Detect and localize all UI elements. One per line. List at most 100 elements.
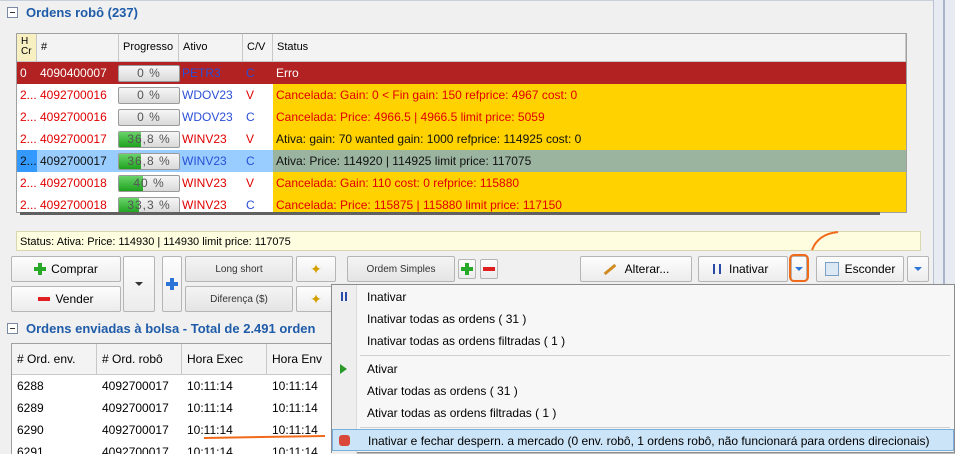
buy-button[interactable]: Comprar [11,256,121,282]
robot-order-row[interactable]: 2... 4092700018 40 % WINV23 V Cancelada: Gain… [17,172,906,194]
sent-order-cell: 10:11:14 [272,445,318,454]
magic-wand-icon: ✦ [310,291,322,307]
progress-label: 0 % [137,66,161,80]
row-asset: WINV23 [182,132,227,146]
robot-order-row[interactable]: 0 4090400007 0 % PETR3 C Erro [17,62,906,84]
row-side: C [246,198,255,212]
menu-item-deactivate[interactable]: Inativar [332,286,954,308]
deactivate-button[interactable]: Inativar [698,256,788,282]
progress-bar: 33,3 % [118,197,180,212]
col-robot-order[interactable]: # Ord. robô [97,344,182,374]
row-hcr-cell: 2... [20,198,37,212]
plus-icon [34,263,47,275]
annotation-arrow-top [811,231,839,251]
row-asset: WINV23 [182,176,227,190]
robot-grid-header: H Cr # Progresso Ativo C/V Status [17,34,906,62]
row-order-number: 4090400007 [40,66,107,80]
hide-dropdown-button[interactable] [907,256,929,282]
col-sent-order[interactable]: # Ord. env. [12,344,97,374]
menu-item-activate-filtered[interactable]: Ativar todas as ordens filtradas ( 1 ) [332,402,954,424]
remove-order-button[interactable] [480,259,498,279]
sell-button[interactable]: Vender [11,286,121,312]
robot-order-row[interactable]: 2... 4092700017 36,8 % WINV23 C Ativa: Price:… [17,150,906,172]
difference-button[interactable]: Diferença ($) [185,286,293,312]
col-progress[interactable]: Progresso [119,34,179,61]
col-asset[interactable]: Ativo [179,34,243,61]
minus-icon [38,297,51,301]
robot-grid-hscrollbar[interactable] [20,212,880,215]
row-status: Cancelada: Price: 4966.5 | 4966.5 limit … [273,106,906,128]
progress-label: 33,3 % [127,198,171,212]
row-order-number: 4092700018 [40,176,107,190]
robot-order-row[interactable]: 2... 4092700016 0 % WDOV23 C Cancelada: Price… [17,106,906,128]
progress-bar: 0 % [118,87,180,104]
menu-item-deactivate-filtered[interactable]: Inativar todas as ordens filtradas ( 1 ) [332,330,954,352]
row-order-number: 4092700016 [40,110,107,124]
pause-icon [341,292,347,301]
row-asset: WINV23 [182,198,227,212]
chevron-down-icon [914,267,922,271]
add-strategy-button[interactable] [162,256,182,312]
sent-order-row[interactable]: 6291 4092700017 10:11:14 10:11:14 [12,441,334,454]
row-side: C [246,154,255,168]
sent-order-cell: 10:11:14 [187,401,233,415]
col-exec-time[interactable]: Hora Exec [182,344,267,374]
sent-orders-title: Ordens enviadas à bolsa - Total de 2.491… [26,320,316,336]
progress-bar: 36,8 % [118,131,180,148]
long-short-button[interactable]: Long short [185,256,293,282]
menu-item-deactivate-close-market[interactable]: Inativar e fechar despern. a mercado (0 … [332,429,954,451]
robot-order-row[interactable]: 2... 4092700016 0 % WDOV23 V Cancelada: Gain:… [17,84,906,106]
sent-grid-header: # Ord. env. # Ord. robô Hora Exec Hora E… [12,344,334,375]
sent-order-cell: 4092700017 [102,401,169,415]
col-status[interactable]: Status [273,34,906,61]
simple-order-button[interactable]: Ordem Simples [347,256,455,282]
wand-button-1[interactable]: ✦ [296,256,336,282]
row-order-number: 4092700017 [40,132,107,146]
sent-order-row[interactable]: 6289 4092700017 10:11:14 10:11:14 [12,397,334,419]
row-order-number: 4092700017 [40,154,107,168]
collapse-icon[interactable] [7,6,18,18]
menu-item-activate-all[interactable]: Ativar todas as ordens ( 31 ) [332,380,954,402]
row-status: Cancelada: Price: 115875 | 115880 limit … [273,194,906,212]
close-market-icon [339,435,350,446]
robot-order-row[interactable]: 2... 4092700018 33,3 % WINV23 C Cancelada: Pr… [17,194,906,212]
col-send-time[interactable]: Hora Env [267,344,334,374]
hide-button[interactable]: Esconder [816,256,904,282]
sent-order-cell: 6288 [17,379,44,393]
row-order-number: 4092700018 [40,198,107,212]
sent-order-cell: 4092700017 [102,445,169,454]
deactivate-context-menu[interactable]: Inativar Inativar todas as ordens ( 31 )… [331,284,955,454]
sent-order-cell: 10:11:14 [272,401,318,415]
plus-icon [461,263,473,275]
robot-orders-grid[interactable]: H Cr # Progresso Ativo C/V Status 0 40904… [16,33,907,213]
sent-order-row[interactable]: 6288 4092700017 10:11:14 10:11:14 [12,375,334,397]
sent-orders-header[interactable]: Ordens enviadas à bolsa - Total de 2.491… [0,317,320,339]
row-status: Ativa: Price: 114920 | 114925 limit pric… [273,150,906,172]
robot-orders-header[interactable]: Ordens robô (237) [0,0,933,23]
progress-label: 0 % [137,88,161,102]
row-side: C [246,110,255,124]
collapse-icon[interactable] [7,322,18,334]
col-hcr[interactable]: H Cr [17,34,37,61]
change-button[interactable]: Alterar... [580,256,692,282]
row-status: Ativa: gain: 70 wanted gain: 1000 refpri… [273,128,906,150]
robot-order-row[interactable]: 2... 4092700017 36,8 % WINV23 V Ativa: gain: … [17,128,906,150]
add-order-button[interactable] [458,259,476,279]
col-num[interactable]: # [37,34,119,61]
play-icon [340,364,347,374]
row-side: C [246,66,255,80]
annotation-circle [789,254,809,282]
row-status: Cancelada: Gain: 110 cost: 0 refprice: 1… [273,172,906,194]
progress-bar: 40 % [118,175,180,192]
menu-item-deactivate-all[interactable]: Inativar todas as ordens ( 31 ) [332,308,954,330]
sent-order-cell: 4092700017 [102,423,169,437]
sent-order-cell: 6291 [17,445,44,454]
row-hcr-cell: 2... [20,88,37,102]
wand-button-2[interactable]: ✦ [296,286,336,312]
progress-bar: 36,8 % [118,153,180,170]
sent-order-cell: 10:11:14 [272,379,318,393]
row-order-number: 4092700016 [40,88,107,102]
menu-item-activate[interactable]: Ativar [332,358,954,380]
buy-sell-dropdown-button[interactable] [123,256,155,312]
col-side[interactable]: C/V [243,34,273,61]
